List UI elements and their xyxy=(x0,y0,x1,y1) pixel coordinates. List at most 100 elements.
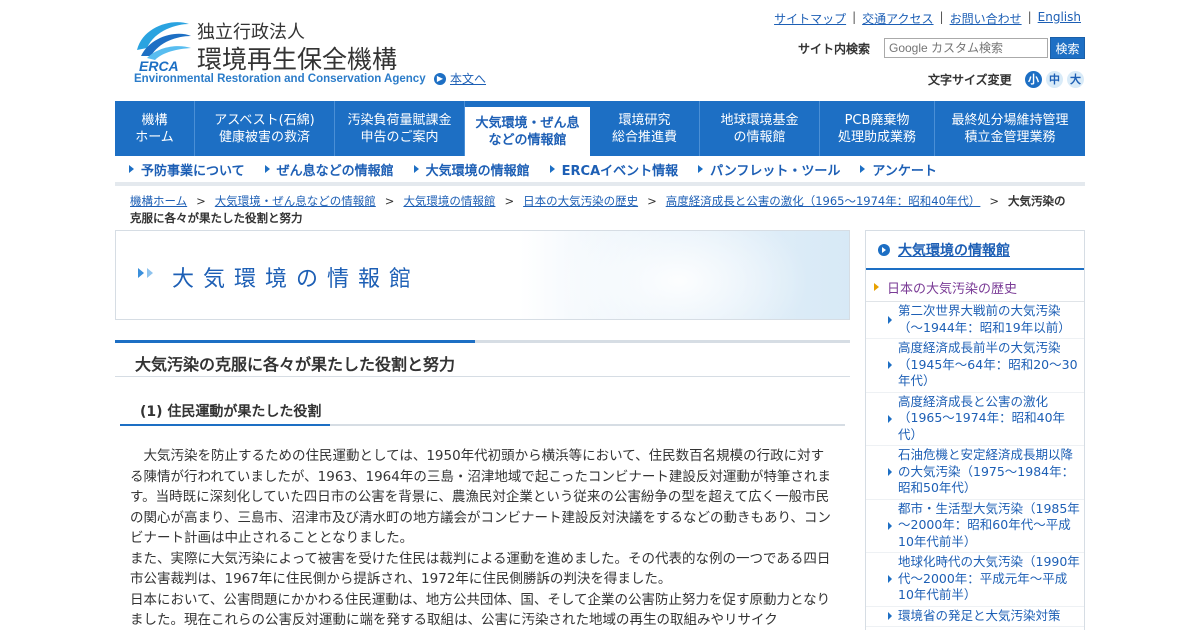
access-link[interactable]: 交通アクセス xyxy=(862,10,933,27)
paragraph: また、実際に大気汚染によって被害を受けた住民は裁判による運動を進めました。その代… xyxy=(130,550,831,588)
erca-logo[interactable]: ERCA xyxy=(133,16,193,74)
font-size-label: 文字サイズ変更 xyxy=(928,73,1012,87)
subnav-item-survey[interactable]: アンケート xyxy=(860,160,937,179)
sidebar-item-label: 石油危機と安定経済成長期以降の大気汚染（1975～1984年：昭和50年代） xyxy=(898,447,1075,495)
font-size-small-button[interactable]: 小 xyxy=(1025,71,1042,88)
page-title: 大気汚染の克服に各々が果たした役割と努力 xyxy=(135,355,456,374)
subnav-item-events[interactable]: ERCAイベント情報 xyxy=(549,160,679,179)
sidebar-item-label: 地球化時代の大気汚染（1990年代～2000年：平成元年～平成10年代前半） xyxy=(898,554,1080,602)
arrow-right-icon xyxy=(874,283,879,291)
arrow-right-icon xyxy=(549,165,555,173)
breadcrumb-link[interactable]: 大気環境の情報館 xyxy=(403,194,495,208)
subnav-label: 大気環境の情報館 xyxy=(425,163,530,179)
separator: | xyxy=(1027,10,1032,24)
sidebar-current-label: 日本の大気汚染の歴史 xyxy=(887,281,1018,297)
banner-title: 大気環境の情報館 xyxy=(172,267,421,292)
arrow-right-icon xyxy=(888,612,892,621)
banner-glow xyxy=(549,231,809,319)
arrow-right-icon xyxy=(860,165,866,173)
gnav-item-home[interactable]: 機構 ホーム xyxy=(115,101,195,156)
arrow-right-icon xyxy=(138,268,144,278)
font-size-medium-button[interactable]: 中 xyxy=(1046,71,1063,88)
logo-text: ERCA xyxy=(139,58,179,74)
gnav-item-pollution-levy[interactable]: 汚染負荷量賦課金 申告のご案内 xyxy=(335,101,465,156)
sidebar-item[interactable]: 高度経済成長前半の大気汚染（1945年～64年：昭和20～30年代） xyxy=(866,339,1084,393)
heading-accent-bar xyxy=(120,424,330,426)
font-size-large-button[interactable]: 大 xyxy=(1067,71,1084,88)
sidebar-item-label: 環境省の発足と大気汚染対策 xyxy=(898,607,1061,623)
site-header: ERCA 独立行政法人 環境再生保全機構 Environmental Resto… xyxy=(0,0,1200,100)
search-input[interactable] xyxy=(884,38,1048,58)
breadcrumb-separator: > xyxy=(196,194,206,208)
sitemap-link[interactable]: サイトマップ xyxy=(774,10,846,27)
arrow-right-icon xyxy=(888,521,892,530)
paragraph: 大気汚染を防止するための住民運動としては、1950年代初頭から横浜等において、住… xyxy=(130,448,831,546)
gnav-item-asbestos[interactable]: アスベスト(石綿) 健康被害の救済 xyxy=(195,101,335,156)
arrow-right-icon: ▶ xyxy=(434,72,446,85)
global-nav: 機構 ホーム アスベスト(石綿) 健康被害の救済 汚染負荷量賦課金 申告のご案内… xyxy=(115,101,1085,156)
separator: | xyxy=(939,10,944,24)
sidebar-item[interactable]: 石油危機と安定経済成長期以降の大気汚染（1975～1984年：昭和50年代） xyxy=(866,446,1084,500)
sidebar-title: 大気環境の情報館 xyxy=(898,242,1010,259)
arrow-right-icon xyxy=(413,165,419,173)
contact-link[interactable]: お問い合わせ xyxy=(950,10,1022,27)
breadcrumb-separator: > xyxy=(504,194,515,208)
arrow-right-icon xyxy=(147,268,153,278)
sidebar-item[interactable]: 第二次世界大戦前の大気汚染（～1944年：昭和19年以前） xyxy=(866,302,1084,339)
org-name-english: Environmental Restoration and Conservati… xyxy=(134,73,426,85)
sidebar-title-link[interactable]: 大気環境の情報館 xyxy=(866,231,1084,270)
utility-links: サイトマップ | 交通アクセス | お問い合わせ | English xyxy=(774,10,1081,27)
gnav-item-env-research[interactable]: 環境研究 総合推進費 xyxy=(590,101,700,156)
double-arrow-icon xyxy=(138,268,153,278)
gnav-item-air-environment[interactable]: 大気環境・ぜん息 などの情報館 xyxy=(465,107,590,156)
sidebar-item[interactable]: 環境省の発足と大気汚染対策 xyxy=(866,607,1084,627)
arrow-right-icon xyxy=(264,165,270,173)
page-heading-box: 大気汚染の克服に各々が果たした役割と努力 xyxy=(115,340,850,377)
search-button[interactable]: 検索 xyxy=(1050,37,1085,59)
subnav-item-asthma[interactable]: ぜん息などの情報館 xyxy=(264,160,394,179)
separator: | xyxy=(852,10,857,24)
gnav-item-landfill[interactable]: 最終処分場維持管理 積立金管理業務 xyxy=(935,101,1085,156)
arrow-right-icon xyxy=(129,165,134,173)
subnav-label: ERCAイベント情報 xyxy=(561,163,679,179)
sidebar-item[interactable]: 地球化時代の大気汚染（1990年代～2000年：平成元年～平成10年代前半） xyxy=(866,553,1084,607)
sub-nav: 予防事業について ぜん息などの情報館 大気環境の情報館 ERCAイベント情報 パ… xyxy=(115,156,1085,186)
subnav-label: ぜん息などの情報館 xyxy=(276,163,394,179)
sidebar-current-section[interactable]: 日本の大気汚染の歴史 xyxy=(866,275,1084,299)
breadcrumb-separator: > xyxy=(647,194,657,208)
gnav-item-pcb[interactable]: PCB廃棄物 処理助成業務 xyxy=(820,101,935,156)
arrow-right-icon xyxy=(888,468,892,477)
circle-arrow-icon xyxy=(878,243,890,256)
breadcrumb-separator: > xyxy=(384,194,395,208)
subnav-item-prevention[interactable]: 予防事業について xyxy=(129,160,245,179)
subnav-item-air[interactable]: 大気環境の情報館 xyxy=(413,160,530,179)
search-label: サイト内検索 xyxy=(798,42,871,56)
breadcrumb-link[interactable]: 高度経済成長と公害の激化（1965～1974年：昭和40年代） xyxy=(666,194,981,208)
gnav-item-global-fund[interactable]: 地球環境基金 の情報館 xyxy=(700,101,820,156)
arrow-right-icon xyxy=(888,316,892,324)
sidebar-item-label: 第二次世界大戦前の大気汚染（～1944年：昭和19年以前） xyxy=(898,303,1071,335)
breadcrumb: 機構ホーム > 大気環境・ぜん息などの情報館 > 大気環境の情報館 > 日本の大気汚染の歴史… xyxy=(130,193,1070,227)
sidebar-item-label: 都市・生活型大気汚染（1985年～2000年：昭和60年代～平成10年代前半） xyxy=(898,500,1080,549)
org-name[interactable]: 環境再生保全機構 xyxy=(197,40,397,76)
subnav-label: アンケート xyxy=(872,163,937,179)
subnav-item-pamphlets[interactable]: パンフレット・ツール xyxy=(698,160,840,179)
skip-link-label: 本文へ xyxy=(450,72,487,86)
breadcrumb-link[interactable]: 日本の大気汚染の歴史 xyxy=(523,194,638,208)
sidebar-list: 第二次世界大戦前の大気汚染（～1944年：昭和19年以前） 高度経済成長前半の大… xyxy=(866,301,1084,627)
subnav-label: パンフレット・ツール xyxy=(710,163,841,179)
sidebar-item-label: 高度経済成長前半の大気汚染（1945年～64年：昭和20～30年代） xyxy=(898,340,1078,388)
english-link[interactable]: English xyxy=(1038,10,1081,27)
sidebar-item-label: 高度経済成長と公害の激化（1965～1974年：昭和40年代） xyxy=(898,393,1066,442)
article-body: 大気汚染を防止するための住民運動としては、1950年代初頭から横浜等において、住… xyxy=(130,446,835,630)
sidebar-item[interactable]: 高度経済成長と公害の激化（1965～1974年：昭和40年代） xyxy=(866,393,1084,446)
breadcrumb-separator: > xyxy=(989,194,1000,208)
arrow-right-icon xyxy=(888,361,892,370)
breadcrumb-link[interactable]: 機構ホーム xyxy=(130,194,187,208)
breadcrumb-link[interactable]: 大気環境・ぜん息などの情報館 xyxy=(215,194,376,208)
arrow-right-icon xyxy=(698,165,704,173)
skip-to-content-link[interactable]: ▶ 本文へ xyxy=(434,70,486,87)
sidebar-item[interactable]: 都市・生活型大気汚染（1985年～2000年：昭和60年代～平成10年代前半） xyxy=(866,500,1084,553)
heading-accent-bar xyxy=(115,340,475,343)
paragraph: 日本において、公害問題にかかわる住民運動は、地方公共団体、国、そして企業の公害防… xyxy=(130,591,831,629)
